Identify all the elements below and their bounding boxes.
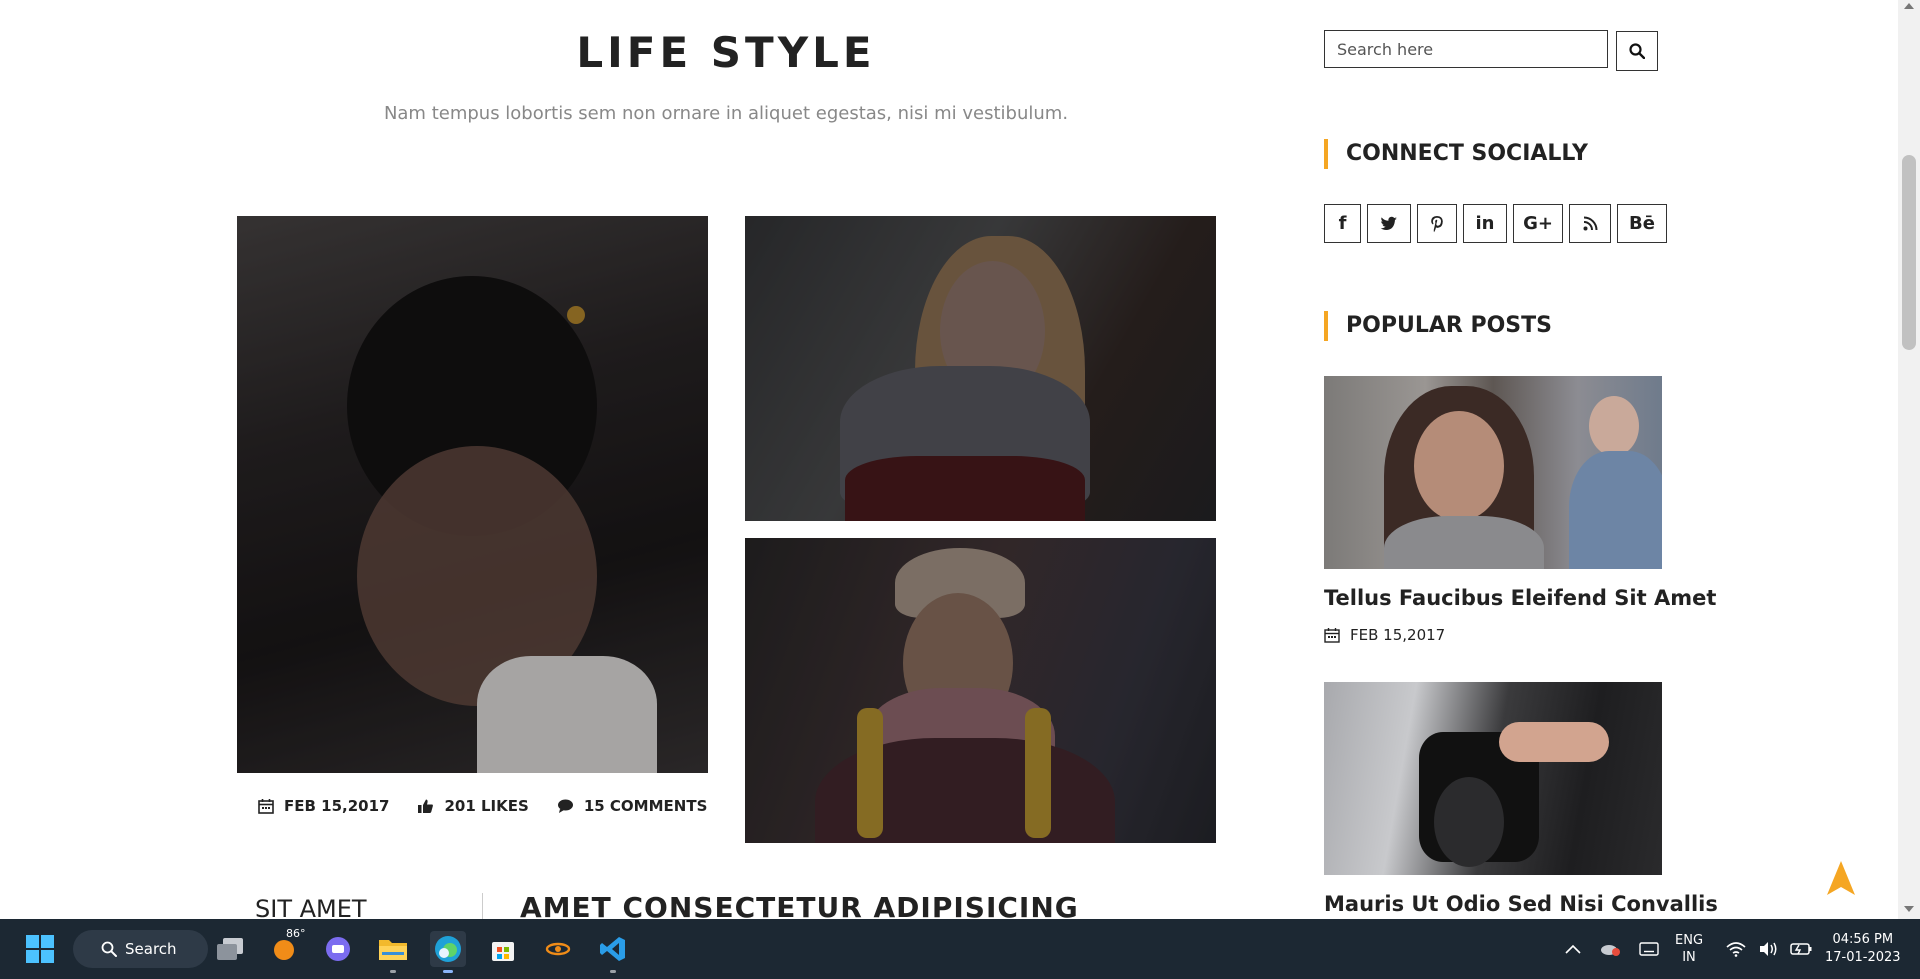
language-code: ENG (1675, 933, 1704, 948)
google-plus-button[interactable]: G+ (1513, 204, 1563, 243)
popular-post-image-1[interactable] (1324, 376, 1662, 569)
taskbar: Search 86° ENG IN 04:56 PM 17-01-2023 (0, 919, 1920, 979)
twitter-icon (1380, 216, 1397, 230)
lower-left-label: SIT AMET (255, 895, 367, 919)
bg-person-shirt (1569, 451, 1662, 569)
post-image-woman-scarf[interactable] (745, 216, 1216, 521)
google-plus-icon: G+ (1523, 213, 1553, 234)
meta-comments-text: 15 COMMENTS (583, 797, 708, 815)
keyboard-icon[interactable] (1639, 942, 1659, 956)
app-button[interactable] (540, 931, 576, 967)
search-input[interactable] (1324, 30, 1608, 68)
taskbar-search-label: Search (125, 940, 177, 958)
app-orbit-icon (545, 942, 571, 956)
face-shape (1414, 411, 1504, 521)
folder-icon (379, 940, 407, 960)
file-explorer-button[interactable] (375, 931, 411, 973)
linkedin-button[interactable]: in (1463, 204, 1507, 243)
lens-shape (1434, 777, 1504, 867)
clock-time: 04:56 PM (1832, 932, 1894, 947)
scroll-thumb[interactable] (1902, 155, 1916, 350)
calendar-icon (1324, 628, 1340, 643)
edge-browser-button[interactable] (430, 931, 466, 973)
behance-button[interactable]: Bē (1617, 204, 1667, 243)
meta-date-text: FEB 15,2017 (284, 797, 390, 815)
social-links: f in G+ Bē (1324, 204, 1667, 243)
image-overlay (745, 538, 1216, 843)
store-icon (492, 942, 514, 961)
network-volume-battery[interactable] (1726, 919, 1812, 979)
meta-likes-text: 201 LIKES (444, 797, 529, 815)
lower-divider (482, 893, 483, 919)
behance-icon: Bē (1629, 213, 1655, 234)
meta-date: FEB 15,2017 (258, 797, 389, 815)
edge-icon (435, 936, 461, 962)
rss-button[interactable] (1569, 204, 1611, 243)
post-image-man-hat[interactable] (745, 538, 1216, 843)
volume-icon (1760, 942, 1777, 956)
linkedin-icon: in (1475, 213, 1495, 234)
arrow-up-icon (1827, 861, 1855, 895)
search-icon (1629, 43, 1645, 59)
popular-post-image-2[interactable] (1324, 682, 1662, 875)
connect-socially-title: CONNECT SOCIALLY (1324, 139, 1588, 169)
shirt-shape (1384, 516, 1544, 569)
vscode-button[interactable] (595, 931, 631, 973)
search-icon (101, 941, 117, 957)
clock-date: 17-01-2023 (1825, 950, 1901, 965)
taskbar-search[interactable]: Search (73, 930, 208, 968)
twitter-button[interactable] (1367, 204, 1411, 243)
popular-post-date-text: FEB 15,2017 (1350, 626, 1446, 644)
rss-icon (1583, 216, 1597, 231)
meta-likes[interactable]: 201 LIKES (417, 797, 529, 815)
running-indicator (390, 970, 396, 973)
clock[interactable]: 04:56 PM 17-01-2023 (1825, 919, 1901, 979)
store-button[interactable] (485, 931, 521, 967)
language-region: IN (1682, 950, 1696, 965)
running-indicator (610, 970, 616, 973)
thumbs-up-icon (418, 799, 434, 813)
hand-shape (1499, 722, 1609, 762)
facebook-icon: f (1338, 213, 1347, 234)
chat-icon (326, 937, 350, 961)
page-scrollbar[interactable] (1898, 0, 1920, 919)
scroll-up-arrow[interactable] (1904, 3, 1914, 9)
search-button[interactable] (1616, 31, 1658, 71)
pinterest-icon (1431, 215, 1443, 232)
popular-post-title-1[interactable]: Tellus Faucibus Eleifend Sit Amet (1324, 586, 1716, 610)
start-button[interactable] (22, 931, 58, 967)
webpage: LIFE STYLE Nam tempus lobortis sem non o… (0, 0, 1898, 919)
post-meta: FEB 15,2017 201 LIKES 15 COMMENTS (258, 797, 707, 815)
section-subtitle: Nam tempus lobortis sem non ornare in al… (383, 103, 1069, 124)
teams-chat-button[interactable] (320, 931, 356, 967)
weather-temp: 86° (286, 927, 306, 940)
vscode-icon (600, 937, 625, 961)
pinterest-button[interactable] (1417, 204, 1457, 243)
back-to-top-button[interactable] (1826, 860, 1856, 901)
chevron-up-icon[interactable] (1565, 944, 1581, 954)
battery-icon (1790, 943, 1812, 955)
comment-icon (557, 799, 573, 813)
active-indicator (443, 970, 453, 973)
onedrive-offline-icon[interactable] (1599, 941, 1621, 957)
facebook-button[interactable]: f (1324, 204, 1361, 243)
windows-icon (26, 935, 54, 963)
popular-posts-title: POPULAR POSTS (1324, 311, 1552, 341)
system-tray-icons (1565, 919, 1659, 979)
image-overlay (237, 216, 708, 773)
lower-post-title[interactable]: AMET CONSECTETUR ADIPISICING (520, 891, 1079, 919)
meta-comments[interactable]: 15 COMMENTS (557, 797, 708, 815)
bg-person-face (1589, 396, 1639, 456)
popular-post-title-2[interactable]: Mauris Ut Odio Sed Nisi Convallis (1324, 892, 1718, 916)
scroll-down-arrow[interactable] (1904, 906, 1914, 912)
section-title: LIFE STYLE (576, 28, 876, 77)
popular-post-date-1: FEB 15,2017 (1324, 626, 1445, 644)
language-indicator[interactable]: ENG IN (1675, 919, 1703, 979)
task-view-button[interactable] (212, 931, 248, 967)
post-image-woman-beanie[interactable] (237, 216, 708, 773)
task-view-icon (217, 938, 243, 960)
calendar-icon (258, 799, 274, 814)
image-overlay (745, 216, 1216, 521)
wifi-icon (1726, 942, 1746, 957)
